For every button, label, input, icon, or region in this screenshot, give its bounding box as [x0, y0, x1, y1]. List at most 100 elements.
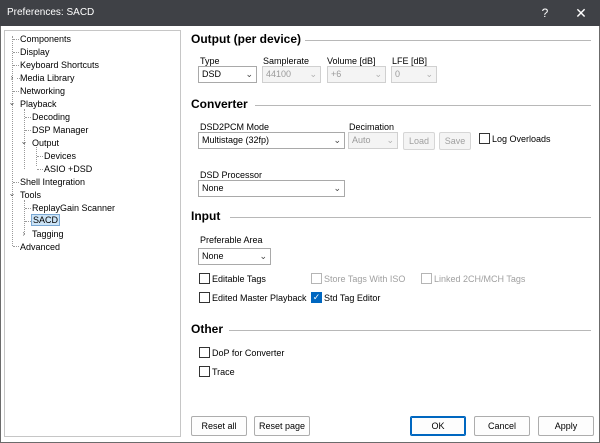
trace-checkbox[interactable] [199, 366, 210, 377]
samplerate-label: Samplerate [263, 56, 310, 66]
tree-item-playback[interactable]: Playback [20, 98, 57, 110]
lfe-select[interactable]: 0 ⌄ [391, 66, 437, 83]
dsd-processor-select[interactable]: None ⌄ [198, 180, 345, 197]
collapse-icon[interactable]: ⌄ [20, 137, 28, 147]
cancel-button[interactable]: Cancel [474, 416, 530, 436]
store-tags-checkbox[interactable] [311, 273, 322, 284]
dsd-processor-label: DSD Processor [200, 170, 263, 180]
tree-guide [24, 200, 25, 232]
tree-item-tools[interactable]: Tools [20, 189, 41, 201]
chevron-down-icon: ⌄ [333, 183, 341, 193]
lfe-select-value: 0 [395, 69, 401, 79]
tree-item-components[interactable]: Components [20, 33, 71, 45]
section-divider [305, 40, 591, 41]
tree-item-shell-integration[interactable]: Shell Integration [20, 176, 85, 188]
tree-guide [13, 91, 19, 92]
help-button[interactable]: ? [527, 0, 563, 26]
window-title: Preferences: SACD [7, 7, 95, 18]
editable-tags-checkbox[interactable] [199, 273, 210, 284]
trace-label: Trace [212, 367, 235, 377]
dsd2pcm-mode-value: Multistage (32fp) [202, 135, 270, 145]
tree-item-dsp-manager[interactable]: DSP Manager [32, 124, 88, 136]
tree-item-display[interactable]: Display [20, 46, 50, 58]
log-overloads-label: Log Overloads [492, 134, 551, 144]
volume-select-value: +6 [331, 69, 342, 79]
tree-item-keyboard-shortcuts[interactable]: Keyboard Shortcuts [20, 59, 99, 71]
volume-select[interactable]: +6 ⌄ [327, 66, 386, 83]
type-label: Type [200, 56, 220, 66]
tree-item-media-library[interactable]: Media Library [20, 72, 75, 84]
decimation-value: Auto [352, 135, 371, 145]
tree-guide [25, 130, 31, 131]
reset-page-button[interactable]: Reset page [254, 416, 310, 436]
expand-icon[interactable]: › [8, 73, 16, 83]
std-tag-editor-label: Std Tag Editor [324, 293, 381, 303]
tree-guide [13, 52, 19, 53]
volume-label: Volume [dB] [327, 56, 376, 66]
tree-item-decoding[interactable]: Decoding [32, 111, 70, 123]
preferences-tree[interactable]: › ⌄ ⌄ ⌄ › Components Display Keyboard Sh… [4, 30, 181, 437]
tree-guide [25, 117, 31, 118]
linked-tags-label: Linked 2CH/MCH Tags [434, 274, 526, 284]
save-button[interactable]: Save [439, 132, 471, 150]
tree-item-asio-dsd[interactable]: ASIO +DSD [44, 163, 92, 175]
chevron-down-icon: ⌄ [374, 69, 382, 79]
type-select-value: DSD [202, 69, 222, 79]
load-button[interactable]: Load [403, 132, 435, 150]
collapse-icon[interactable]: ⌄ [8, 98, 16, 108]
tree-item-sacd[interactable]: SACD [31, 214, 61, 226]
tree-item-output[interactable]: Output [32, 137, 59, 149]
tree-guide [25, 208, 31, 209]
edited-master-label: Edited Master Playback [212, 293, 307, 303]
tree-item-networking[interactable]: Networking [20, 85, 65, 97]
log-overloads-checkbox[interactable] [479, 133, 490, 144]
close-button[interactable]: ✕ [563, 0, 599, 26]
preferable-area-value: None [202, 251, 224, 261]
reset-all-button[interactable]: Reset all [191, 416, 247, 436]
section-divider [230, 217, 591, 218]
tree-guide [13, 65, 19, 66]
output-heading: Output (per device) [191, 32, 302, 46]
decimation-select[interactable]: Auto ⌄ [348, 132, 398, 149]
tree-item-devices[interactable]: Devices [44, 150, 76, 162]
lfe-label: LFE [dB] [392, 56, 428, 66]
tree-guide [13, 39, 19, 40]
store-tags-label: Store Tags With ISO [324, 274, 406, 284]
title-bar: Preferences: SACD ? ✕ [0, 0, 600, 26]
editable-tags-label: Editable Tags [212, 274, 266, 284]
check-icon: ✓ [312, 292, 321, 302]
ok-button[interactable]: OK [410, 416, 466, 436]
tree-guide [13, 182, 19, 183]
tree-item-tagging[interactable]: Tagging [32, 228, 64, 240]
tree-guide [37, 169, 43, 170]
chevron-down-icon: ⌄ [386, 135, 394, 145]
tree-guide [37, 156, 43, 157]
dop-checkbox[interactable] [199, 347, 210, 358]
dsd2pcm-mode-select[interactable]: Multistage (32fp) ⌄ [198, 132, 345, 149]
tree-guide [12, 36, 13, 246]
chevron-down-icon: ⌄ [245, 69, 253, 79]
tree-item-advanced[interactable]: Advanced [20, 241, 60, 253]
samplerate-select[interactable]: 44100 ⌄ [262, 66, 321, 83]
chevron-down-icon: ⌄ [309, 69, 317, 79]
edited-master-checkbox[interactable] [199, 292, 210, 303]
converter-heading: Converter [191, 97, 248, 111]
expand-icon[interactable]: › [20, 229, 28, 239]
preferable-area-label: Preferable Area [200, 235, 263, 245]
linked-tags-checkbox[interactable] [421, 273, 432, 284]
collapse-icon[interactable]: ⌄ [8, 189, 16, 199]
dop-label: DoP for Converter [212, 348, 285, 358]
chevron-down-icon: ⌄ [259, 251, 267, 261]
tree-item-replaygain-scanner[interactable]: ReplayGain Scanner [32, 202, 115, 214]
section-divider [229, 330, 591, 331]
chevron-down-icon: ⌄ [333, 135, 341, 145]
type-select[interactable]: DSD ⌄ [198, 66, 257, 83]
std-tag-editor-checkbox[interactable]: ✓ [311, 292, 322, 303]
samplerate-select-value: 44100 [266, 69, 292, 79]
apply-button[interactable]: Apply [538, 416, 594, 436]
chevron-down-icon: ⌄ [425, 69, 433, 79]
dsd-processor-value: None [202, 183, 224, 193]
section-divider [255, 105, 591, 106]
dsd2pcm-mode-label: DSD2PCM Mode [200, 122, 270, 132]
preferable-area-select[interactable]: None ⌄ [198, 248, 271, 265]
